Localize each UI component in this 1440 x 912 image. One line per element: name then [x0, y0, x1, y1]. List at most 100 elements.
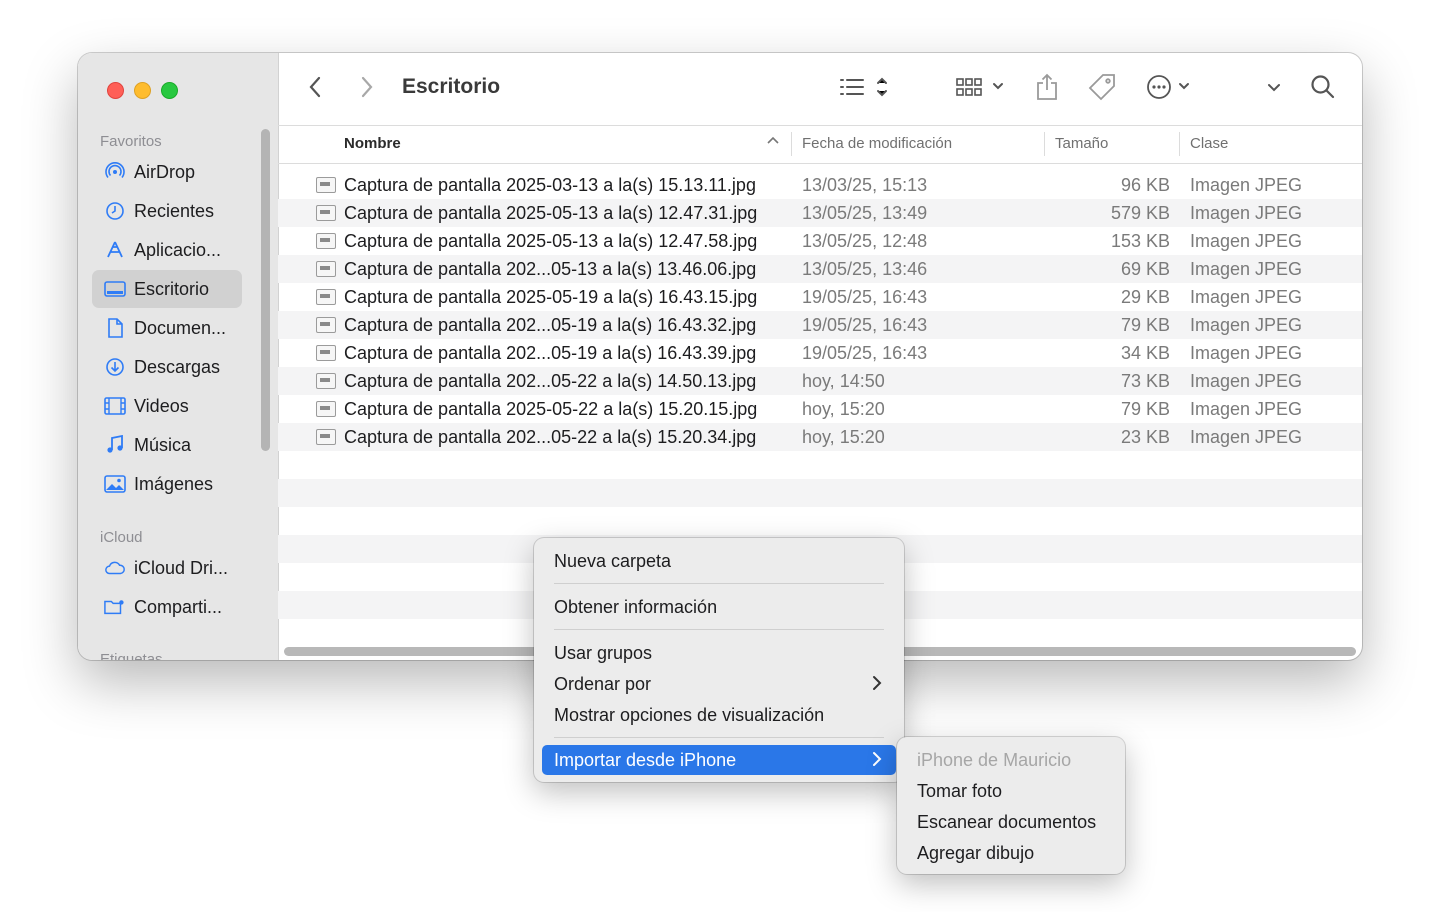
file-kind: Imagen JPEG — [1190, 175, 1303, 195]
context-menu: Nueva carpeta Obtener información Usar g… — [534, 538, 904, 782]
table-row[interactable]: Captura de pantalla 202...05-22 a la(s) … — [278, 367, 1362, 395]
zoom-window-button[interactable] — [161, 82, 178, 99]
column-divider[interactable] — [1044, 132, 1045, 156]
table-row[interactable]: Captura de pantalla 202...05-22 a la(s) … — [278, 423, 1362, 451]
submenu-item-add-sketch[interactable]: Agregar dibujo — [917, 843, 1034, 864]
minimize-window-button[interactable] — [134, 82, 151, 99]
toolbar: Escritorio — [278, 53, 1362, 126]
menu-item-get-info[interactable]: Obtener información — [542, 592, 896, 622]
file-size: 96 KB — [1120, 175, 1170, 195]
share-button[interactable] — [1036, 73, 1058, 103]
file-date: 13/05/25, 13:46 — [802, 259, 928, 279]
file-date: hoy, 14:50 — [802, 371, 885, 391]
file-size: 79 KB — [1120, 315, 1170, 335]
more-actions-button[interactable] — [1146, 74, 1196, 103]
sidebar-item-downloads[interactable]: Descargas — [92, 348, 242, 386]
submenu-item-scan-documents[interactable]: Escanear documentos — [917, 812, 1096, 833]
file-kind: Imagen JPEG — [1190, 371, 1303, 391]
empty-row — [278, 479, 1362, 507]
column-name-header[interactable]: Nombre — [344, 135, 401, 152]
table-row[interactable]: Captura de pantalla 202...05-19 a la(s) … — [278, 339, 1362, 367]
sidebar-item-airdrop[interactable]: AirDrop — [92, 153, 242, 191]
sidebar-item-label: Imágenes — [134, 473, 214, 494]
menu-item-use-groups[interactable]: Usar grupos — [542, 638, 896, 668]
table-row[interactable]: Captura de pantalla 2025-05-13 a la(s) 1… — [278, 199, 1362, 227]
image-file-icon — [316, 261, 336, 277]
file-kind: Imagen JPEG — [1190, 259, 1303, 279]
file-date: hoy, 15:20 — [802, 427, 885, 447]
file-kind: Imagen JPEG — [1190, 427, 1303, 447]
sidebar-item-videos[interactable]: Videos — [92, 387, 242, 425]
sidebar-item-icloud-drive[interactable]: iCloud Dri... — [92, 549, 242, 587]
tag-button[interactable] — [1088, 73, 1116, 103]
table-row[interactable]: Captura de pantalla 202...05-19 a la(s) … — [278, 311, 1362, 339]
sidebar-item-pictures[interactable]: Imágenes — [92, 465, 242, 503]
sidebar-scrollbar[interactable] — [261, 129, 270, 451]
document-icon — [104, 317, 126, 339]
sidebar-item-music[interactable]: Música — [92, 426, 242, 464]
column-divider[interactable] — [1179, 132, 1180, 156]
sidebar-item-documents[interactable]: Documen... — [92, 309, 242, 347]
file-size: 73 KB — [1120, 371, 1170, 391]
submenu-item-take-photo[interactable]: Tomar foto — [917, 781, 1002, 802]
applications-icon — [104, 239, 126, 261]
music-icon — [104, 434, 126, 456]
column-kind-header[interactable]: Clase — [1190, 135, 1228, 152]
menu-item-import-from-iphone[interactable]: Importar desde iPhone — [542, 745, 896, 775]
image-file-icon — [316, 205, 336, 221]
table-row[interactable]: Captura de pantalla 2025-05-19 a la(s) 1… — [278, 283, 1362, 311]
file-date: 19/05/25, 16:43 — [802, 287, 928, 307]
sidebar: Favoritos AirDrop Recientes Aplicacio...… — [78, 53, 279, 660]
sidebar-item-label: Aplicacio... — [134, 239, 222, 260]
file-kind: Imagen JPEG — [1190, 287, 1303, 307]
file-kind: Imagen JPEG — [1190, 231, 1303, 251]
close-window-button[interactable] — [107, 82, 124, 99]
sidebar-item-label: Documen... — [134, 317, 227, 338]
file-kind: Imagen JPEG — [1190, 399, 1303, 419]
search-button[interactable] — [1310, 74, 1336, 103]
toolbar-overflow-button[interactable] — [1266, 75, 1282, 103]
sidebar-item-applications[interactable]: Aplicacio... — [92, 231, 242, 269]
view-mode-button[interactable] — [840, 75, 892, 103]
sidebar-item-recents[interactable]: Recientes — [92, 192, 242, 230]
table-row[interactable]: Captura de pantalla 202...05-13 a la(s) … — [278, 255, 1362, 283]
file-name: Captura de pantalla 202...05-13 a la(s) … — [344, 259, 757, 279]
airdrop-icon — [104, 161, 126, 183]
photo-icon — [104, 473, 126, 495]
table-row[interactable]: Captura de pantalla 2025-03-13 a la(s) 1… — [278, 171, 1362, 199]
image-file-icon — [316, 345, 336, 361]
table-row[interactable]: Captura de pantalla 2025-05-13 a la(s) 1… — [278, 227, 1362, 255]
group-button[interactable] — [956, 75, 1006, 103]
chevron-left-icon — [308, 75, 322, 104]
sidebar-item-label: iCloud Dri... — [134, 557, 229, 578]
file-size: 34 KB — [1120, 343, 1170, 363]
column-divider[interactable] — [791, 132, 792, 156]
menu-item-new-folder[interactable]: Nueva carpeta — [542, 546, 896, 576]
image-file-icon — [316, 289, 336, 305]
forward-button[interactable] — [360, 75, 374, 103]
table-row[interactable]: Captura de pantalla 2025-05-22 a la(s) 1… — [278, 395, 1362, 423]
chevron-right-icon — [872, 750, 882, 774]
file-date: 13/03/25, 15:13 — [802, 175, 928, 195]
desktop-icon — [104, 278, 126, 300]
file-name: Captura de pantalla 202...05-19 a la(s) … — [344, 343, 757, 363]
submenu-device-header: iPhone de Mauricio — [917, 750, 1072, 770]
sidebar-item-desktop[interactable]: Escritorio — [92, 270, 242, 308]
file-name: Captura de pantalla 2025-03-13 a la(s) 1… — [344, 175, 756, 195]
sidebar-item-label: Escritorio — [134, 278, 210, 299]
file-name: Captura de pantalla 2025-05-19 a la(s) 1… — [344, 287, 758, 307]
file-kind: Imagen JPEG — [1190, 315, 1303, 335]
sidebar-item-shared[interactable]: Comparti... — [92, 588, 242, 626]
sidebar-section-tags: Etiquetas — [100, 651, 163, 660]
file-kind: Imagen JPEG — [1190, 343, 1303, 363]
file-date: hoy, 15:20 — [802, 399, 885, 419]
menu-item-sort-by[interactable]: Ordenar por — [542, 669, 896, 699]
menu-item-view-options[interactable]: Mostrar opciones de visualización — [542, 700, 896, 730]
menu-item-label: Nueva carpeta — [554, 550, 672, 571]
menu-separator — [554, 583, 884, 584]
column-size-header[interactable]: Tamaño — [1055, 135, 1108, 152]
back-button[interactable] — [308, 75, 322, 103]
image-file-icon — [316, 401, 336, 417]
column-date-header[interactable]: Fecha de modificación — [802, 135, 952, 152]
cloud-icon — [104, 557, 126, 579]
